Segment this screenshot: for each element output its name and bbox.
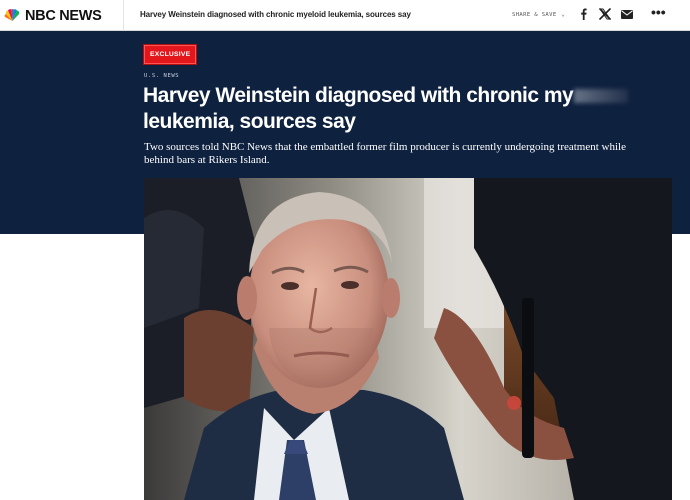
email-icon[interactable] [620,7,634,21]
article-headline: Harvey Weinstein diagnosed with chronic … [143,83,643,135]
facebook-icon[interactable] [576,7,590,21]
share-save-label: SHARE & SAVE [512,12,557,18]
logo-text: NBC NEWS [25,7,102,24]
exclusive-badge: EXCLUSIVE [144,45,197,64]
article-photo [144,178,672,500]
headline-line2: leukemia, sources say [143,110,356,133]
sticky-headline: Harvey Weinstein diagnosed with chronic … [140,10,411,19]
x-icon[interactable] [598,7,612,21]
top-nav-bar: NBC NEWS Harvey Weinstein diagnosed with… [0,0,690,31]
article-dek: Two sources told NBC News that the embat… [144,141,626,166]
chevron-down-icon: ⌄ [561,11,566,18]
obscured-text [574,89,629,103]
more-options-button[interactable]: ••• [651,5,669,23]
section-label[interactable]: U.S. NEWS [144,73,179,79]
courtroom-photo-illustration [144,178,672,500]
share-save-button[interactable]: SHARE & SAVE ⌄ [512,11,565,18]
nbc-peacock-icon [4,9,20,21]
headline-line1: Harvey Weinstein diagnosed with chronic … [143,84,574,107]
nbc-news-logo[interactable]: NBC NEWS [0,0,124,31]
